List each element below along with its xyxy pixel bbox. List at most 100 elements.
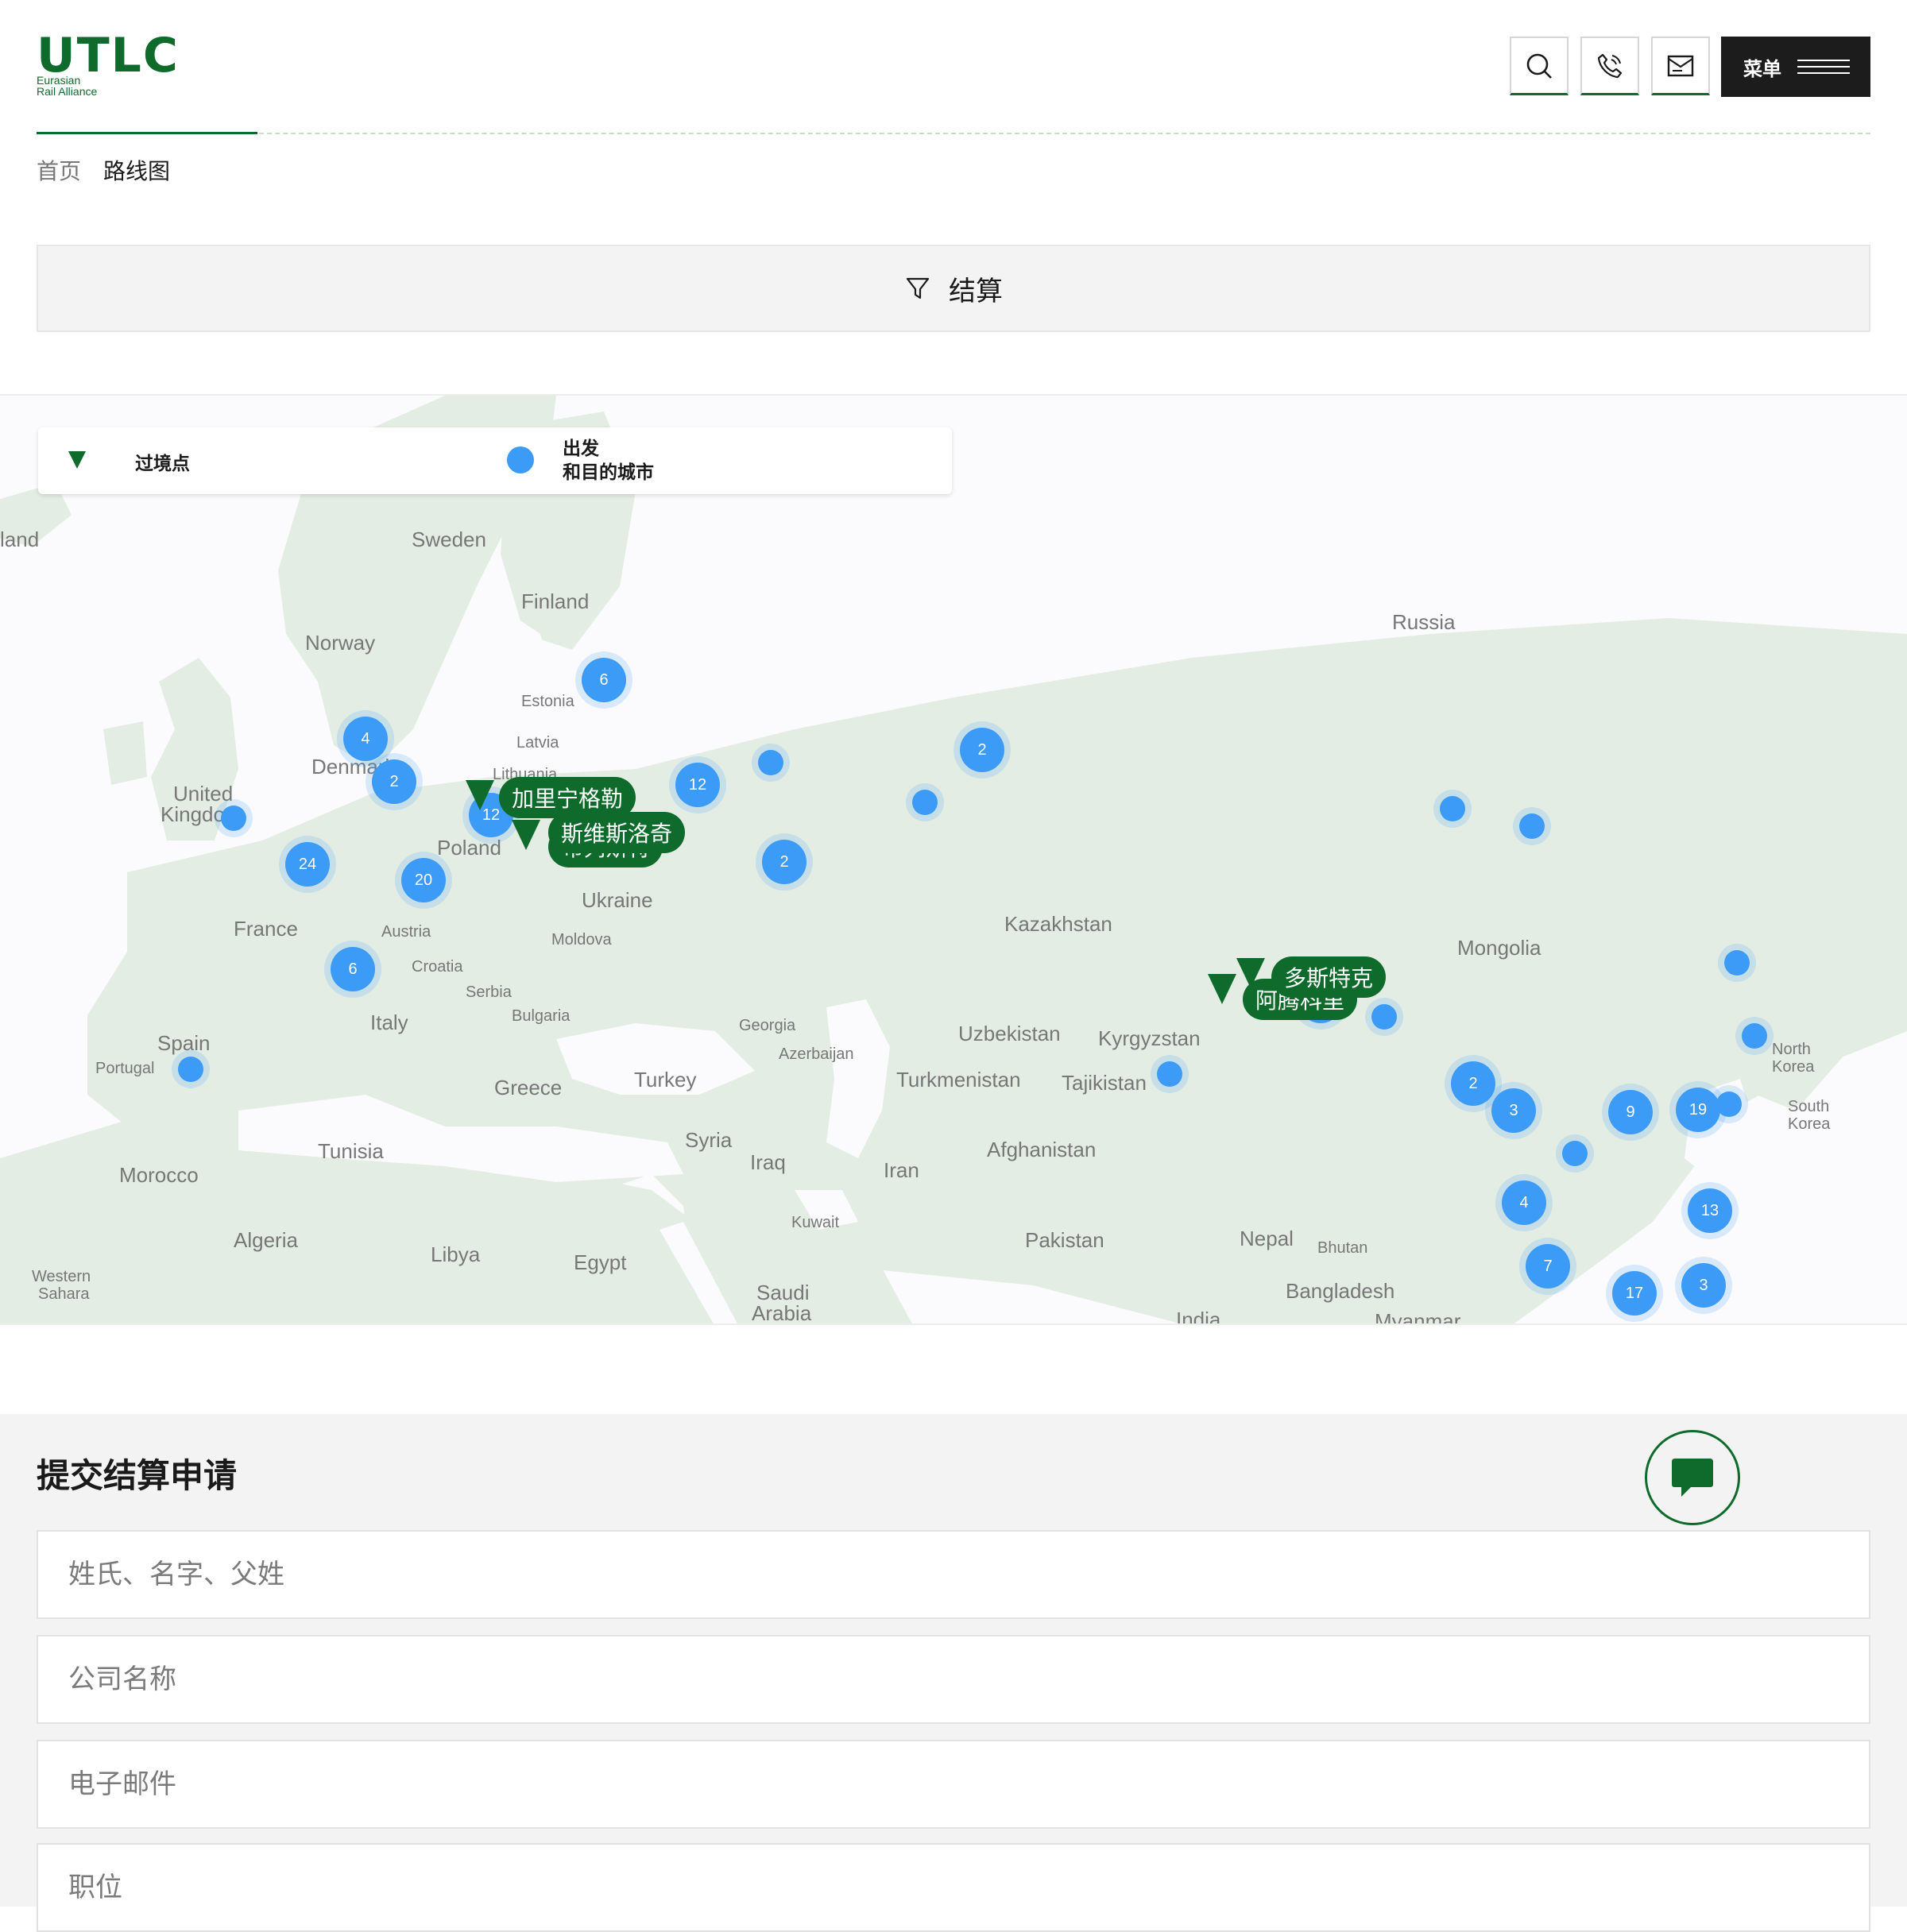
place-label: Estonia: [521, 693, 574, 710]
filter-button[interactable]: 结算: [37, 245, 1870, 332]
city-dot[interactable]: [1716, 1092, 1742, 1117]
border-point-label[interactable]: 多斯特克: [1271, 956, 1387, 998]
city-cluster[interactable]: 12: [675, 763, 720, 807]
place-label: Uzbekistan: [958, 1022, 1061, 1045]
utlc-logo[interactable]: UTLC Eurasian Rail Alliance: [37, 32, 195, 103]
legend-city-line1: 出发: [563, 439, 599, 459]
border-point-pin[interactable]: [466, 780, 494, 810]
phone-button[interactable]: [1580, 37, 1639, 95]
city-dot[interactable]: [221, 806, 246, 831]
place-label: Sweden: [412, 527, 486, 551]
border-point-label[interactable]: 斯维斯洛奇: [548, 812, 686, 853]
place-label: Norway: [305, 631, 376, 655]
place-label: Mongolia: [1457, 936, 1541, 960]
city-cluster[interactable]: 6: [331, 947, 375, 991]
city-cluster[interactable]: 2: [1451, 1061, 1495, 1106]
city-cluster[interactable]: 24: [285, 842, 330, 887]
place-label: Ukraine: [582, 888, 653, 912]
city-legend-icon: [507, 446, 534, 473]
mail-button[interactable]: [1651, 37, 1710, 95]
city-cluster[interactable]: 3: [1681, 1263, 1726, 1308]
place-label: Tunisia: [318, 1139, 384, 1163]
place-label: Turkey: [634, 1068, 697, 1092]
breadcrumb-home[interactable]: 首页: [37, 154, 81, 186]
city-cluster[interactable]: 2: [762, 840, 807, 884]
place-label: Arabia: [752, 1301, 812, 1325]
mail-icon: [1667, 55, 1694, 76]
menu-button[interactable]: 菜单: [1721, 37, 1870, 97]
place-label: Turkmenistan: [896, 1068, 1021, 1092]
place-label: Russia: [1392, 610, 1456, 634]
city-dot[interactable]: [758, 750, 783, 775]
place-label: South: [1788, 1098, 1830, 1115]
menu-label: 菜单: [1743, 57, 1781, 80]
place-label: Kazakhstan: [1004, 912, 1112, 936]
place-label: Greece: [494, 1076, 563, 1099]
city-dot[interactable]: [1157, 1061, 1182, 1087]
hamburger-icon: [1797, 60, 1850, 74]
place-label: Georgia: [739, 1017, 796, 1034]
search-button[interactable]: [1510, 37, 1569, 95]
place-label: Algeria: [234, 1228, 298, 1252]
city-cluster[interactable]: 13: [1688, 1188, 1732, 1233]
city-cluster[interactable]: 3: [1491, 1088, 1536, 1133]
place-label: France: [234, 917, 298, 941]
place-label: Korea: [1772, 1058, 1815, 1076]
chat-button[interactable]: [1645, 1430, 1740, 1525]
full-name-field[interactable]: [37, 1530, 1870, 1619]
city-dot[interactable]: [1742, 1023, 1767, 1049]
place-label: Latvia: [516, 734, 559, 752]
logo-text: UTLC: [37, 28, 180, 83]
place-label: Iran: [884, 1158, 919, 1182]
route-map[interactable]: land Sweden Finland Norway Russia Estoni…: [0, 394, 1907, 1325]
place-label: Spain: [157, 1031, 211, 1055]
city-dot[interactable]: [1724, 950, 1750, 976]
place-label: Libya: [431, 1242, 481, 1266]
company-name-field[interactable]: [37, 1635, 1870, 1724]
place-label: Bangladesh: [1286, 1279, 1395, 1303]
city-dot[interactable]: [1440, 796, 1465, 821]
place-label: Western: [32, 1268, 91, 1285]
site-header: UTLC Eurasian Rail Alliance 菜单: [37, 32, 1870, 105]
legend-city-line2: 和目的城市: [563, 462, 654, 483]
place-label: Afghanistan: [987, 1138, 1097, 1161]
place-label: Serbia: [466, 983, 512, 1001]
place-label: India: [1176, 1308, 1221, 1325]
chat-bubble-icon: [1672, 1459, 1713, 1497]
city-cluster[interactable]: 20: [401, 858, 446, 902]
city-dot[interactable]: [912, 790, 938, 815]
calculation-form: 提交结算申请: [0, 1414, 1907, 1932]
position-field[interactable]: [37, 1843, 1870, 1932]
city-cluster[interactable]: 2: [960, 728, 1004, 772]
city-cluster[interactable]: 6: [582, 658, 626, 702]
legend-city-label: 出发 和目的城市: [563, 437, 690, 485]
city-cluster[interactable]: 19: [1676, 1088, 1720, 1132]
place-label: Syria: [685, 1128, 733, 1152]
logo-subtitle-line2: Rail Alliance: [37, 85, 98, 98]
breadcrumb: 首页 路线图: [37, 154, 170, 186]
header-divider: [37, 133, 1870, 134]
city-cluster[interactable]: 9: [1608, 1090, 1653, 1134]
border-point-pin[interactable]: [512, 820, 540, 850]
city-dot[interactable]: [1519, 813, 1545, 839]
city-cluster[interactable]: 17: [1612, 1271, 1657, 1316]
city-dot[interactable]: [178, 1057, 203, 1082]
city-cluster[interactable]: 4: [1502, 1180, 1546, 1225]
place-label: Poland: [437, 836, 501, 860]
place-label: Iraq: [750, 1150, 786, 1174]
place-label: Kyrgyzstan: [1098, 1026, 1201, 1050]
legend-border-point-label: 过境点: [135, 454, 190, 474]
email-field[interactable]: [37, 1740, 1870, 1829]
place-label: Tajikistan: [1062, 1071, 1147, 1095]
city-cluster[interactable]: 2: [372, 759, 416, 804]
city-dot[interactable]: [1371, 1004, 1397, 1030]
map-legend: 过境点 出发 和目的城市: [38, 427, 952, 494]
city-cluster[interactable]: 4: [343, 717, 388, 761]
city-cluster[interactable]: 7: [1526, 1244, 1570, 1289]
city-dot[interactable]: [1562, 1141, 1588, 1166]
place-label: Italy: [370, 1010, 408, 1034]
place-label: Moldova: [551, 931, 612, 949]
border-point-pin[interactable]: [1208, 974, 1236, 1004]
place-label: Morocco: [119, 1163, 199, 1187]
place-label: Portugal: [95, 1060, 155, 1077]
